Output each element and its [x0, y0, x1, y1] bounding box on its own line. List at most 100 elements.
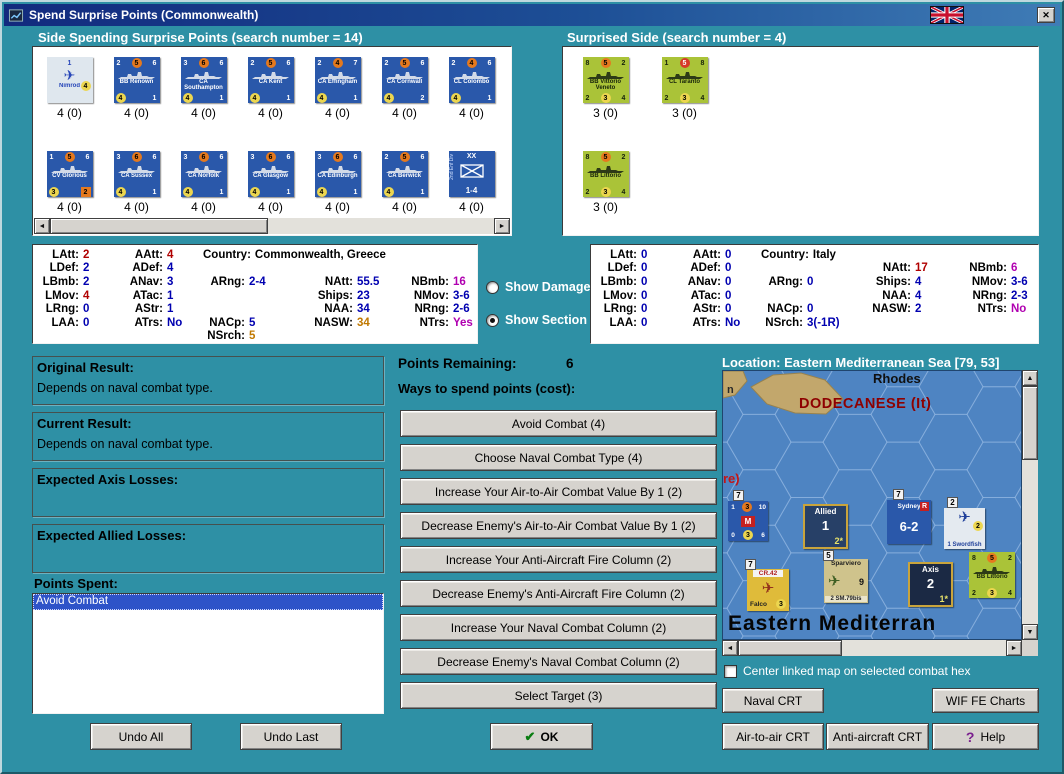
ship-counter[interactable]: 3 6 6 CA Glasgow 4 1	[247, 151, 294, 197]
ship-counter[interactable]: 1 5 6 CV Glorious 3 2	[46, 151, 93, 197]
unit-name: BB Littorio	[976, 574, 1008, 580]
scroll-left-arrow[interactable]: ◄	[722, 640, 738, 656]
counter-number: 2	[585, 94, 590, 102]
spend-option-button[interactable]: Decrease Enemy's Air-to-Air Combat Value…	[400, 512, 717, 539]
axis-stack-marker[interactable]: Axis 2 1*	[908, 562, 953, 607]
radio-circle-icon[interactable]	[486, 313, 499, 327]
unit-number: 9	[858, 576, 864, 587]
stat-value: 4	[915, 289, 922, 302]
scroll-thumb[interactable]	[1022, 386, 1038, 460]
land-division-counter[interactable]: XX 1-4 2nd Enf Div	[448, 151, 495, 197]
anti-aircraft-crt-button[interactable]: Anti-aircraft CRT	[826, 723, 929, 750]
ship-counter[interactable]: 2 5 6 CA Cornwall 4 2	[381, 57, 428, 103]
spend-option-button[interactable]: Select Target (3)	[400, 682, 717, 709]
wif-fe-charts-button[interactable]: WIF FE Charts	[932, 688, 1039, 713]
spend-option-button[interactable]: Increase Your Anti-Aircraft Fire Column …	[400, 546, 717, 573]
map-vertical-scrollbar[interactable]: ▲ ▼	[1022, 370, 1038, 640]
counter-number-circle: 6	[332, 152, 343, 162]
stat-value: 0	[725, 275, 732, 288]
undo-last-button[interactable]: Undo Last	[240, 723, 342, 750]
ship-counter[interactable]: 2 4 6 CL Colombo 4 1	[448, 57, 495, 103]
ship-counter[interactable]: 2 5 6 BB Renown 4 1	[113, 57, 160, 103]
ship-counter[interactable]: 3 6 6 CA Edinburgh 4 1	[314, 151, 361, 197]
points-spent-list[interactable]: Avoid Combat	[32, 593, 384, 714]
air-unit-counter[interactable]: Sparviero ✈ 9 2 SM.79bis	[824, 559, 868, 603]
stat-value: 4	[83, 289, 90, 302]
counter-bottom-factors: 41	[449, 92, 495, 103]
show-section-radio[interactable]: Show Section	[486, 313, 587, 327]
air-unit-counter[interactable]: CR.42 ✈ Falco 3	[747, 569, 789, 611]
stat-value: 1	[167, 303, 174, 316]
ships-horizontal-scrollbar[interactable]: ◄ ►	[34, 218, 510, 234]
ok-label: OK	[540, 729, 559, 744]
stat-value: 3	[167, 275, 174, 288]
unit-name: CA Norfolk	[187, 173, 220, 179]
spend-option-button[interactable]: Choose Naval Combat Type (4)	[400, 444, 717, 471]
allied-stack-marker[interactable]: Allied 1 2*	[803, 504, 848, 549]
stat-cell: NAA: 34	[311, 303, 407, 315]
titlebar[interactable]: Spend Surprise Points (Commonwealth) ✕	[4, 4, 1060, 26]
linked-map-view[interactable]: 7 1 3 10 M 0 3 6 Allied 1 2* 7 Sydney R 6-2 2 ✈ 2 1 Swordf…	[722, 370, 1022, 640]
spend-option-button[interactable]: Decrease Enemy's Anti-Aircraft Fire Colu…	[400, 580, 717, 607]
stat-value: 17	[915, 262, 928, 275]
ship-counter[interactable]: 2 4 7 CA Effingham 4 1	[314, 57, 361, 103]
spending-side-header: Side Spending Surprise Points (search nu…	[38, 30, 363, 45]
ship-counter[interactable]: 1 5 8 CL Taranto 2 3 4	[661, 57, 708, 103]
air-counter[interactable]: 1 ✈ Nimrod 4	[46, 57, 93, 103]
stats-row: LRng: 0 AStr: 1 NAA: 34 NRng: 2-6	[37, 302, 477, 316]
scroll-up-arrow[interactable]: ▲	[1022, 370, 1038, 386]
spend-option-button[interactable]: Increase Your Naval Combat Column (2)	[400, 614, 717, 641]
scroll-thumb[interactable]	[738, 640, 842, 656]
air-to-air-crt-button[interactable]: Air-to-air CRT	[722, 723, 824, 750]
ship-counter[interactable]: 8 5 2 BB Littorio 2 3 4	[582, 151, 629, 197]
points-spent-item[interactable]: Avoid Combat	[33, 594, 383, 610]
ways-to-spend-label: Ways to spend points (cost):	[398, 381, 576, 396]
counter-number: 3	[317, 153, 322, 161]
unit-search-label: 4 (0)	[392, 106, 417, 120]
naval-unit-counter[interactable]: 1 3 10 M 0 3 6	[728, 501, 768, 541]
stats-row: LAA: 0 ATrs: No NACp: 5 NASW: 34 NTrs: Yes	[37, 316, 477, 330]
stat-label: LMov:	[45, 289, 79, 302]
spend-option-button[interactable]: Avoid Combat (4)	[400, 410, 717, 437]
ship-counter[interactable]: 8 5 2 BB Littorio 2 3 4	[969, 552, 1015, 598]
spend-option-button[interactable]: Increase Your Air-to-Air Combat Value By…	[400, 478, 717, 505]
help-button[interactable]: ? Help	[932, 723, 1039, 750]
stat-value: No	[1011, 303, 1027, 316]
scroll-down-arrow[interactable]: ▼	[1022, 624, 1038, 640]
center-map-checkbox[interactable]	[724, 664, 737, 678]
unit-type-label: 2 SM.79bis	[825, 596, 867, 602]
scroll-right-arrow[interactable]: ►	[1006, 640, 1022, 656]
undo-all-button[interactable]: Undo All	[90, 723, 192, 750]
close-button[interactable]: ✕	[1037, 7, 1055, 23]
ship-counter[interactable]: 2 5 6 CA Kent 4 1	[247, 57, 294, 103]
ship-silhouette-icon	[248, 162, 294, 173]
counter-bottom-factors: 32	[47, 186, 93, 197]
stat-label: LBmb:	[42, 275, 79, 288]
naval-crt-button[interactable]: Naval CRT	[722, 688, 824, 713]
counter-number-circle: 3	[600, 93, 611, 103]
stat-value: 5	[249, 316, 256, 329]
ship-counter[interactable]: 3 6 6 CA Norfolk 4 1	[180, 151, 227, 197]
current-result-text: Depends on naval combat type.	[37, 437, 213, 451]
ship-counter[interactable]: 8 5 2 BB Vittorio Veneto 2 3 4	[582, 57, 629, 103]
ship-counter[interactable]: 3 6 6 CA Sussex 4 1	[113, 151, 160, 197]
unit-search-label: 4 (0)	[124, 200, 149, 214]
ship-counter[interactable]: 2 5 6 CA Berwick 4 1	[381, 151, 428, 197]
counter-bottom-factors: 2 3 4	[583, 186, 629, 197]
scroll-left-arrow[interactable]: ◄	[34, 218, 50, 234]
show-damage-radio[interactable]: Show Damage	[486, 280, 590, 294]
ship-counter[interactable]: 3 6 6 CA Southampton 4 1	[180, 57, 227, 103]
spend-option-button[interactable]: Decrease Enemy's Naval Combat Column (2)	[400, 648, 717, 675]
stat-value: 2-3	[1011, 289, 1028, 302]
map-horizontal-scrollbar[interactable]: ◄ ►	[722, 640, 1022, 656]
center-map-option[interactable]: Center linked map on selected combat hex	[724, 664, 970, 678]
counter-row: 1 5 6 CV Glorious 3 2 4 (0) 3 6 6 CA Sussex 4 1 4 (0)…	[36, 151, 505, 214]
scrollbar-corner	[1022, 640, 1038, 656]
counter-number-circle: 4	[249, 187, 260, 197]
air-unit-counter[interactable]: ✈ 2 1 Swordfish	[944, 508, 985, 549]
radio-circle-icon[interactable]	[486, 280, 499, 294]
ok-button[interactable]: ✔ OK	[490, 723, 593, 750]
scroll-right-arrow[interactable]: ►	[494, 218, 510, 234]
scroll-thumb[interactable]	[50, 218, 268, 234]
ship-unit-counter[interactable]: Sydney R 6-2	[887, 500, 931, 544]
